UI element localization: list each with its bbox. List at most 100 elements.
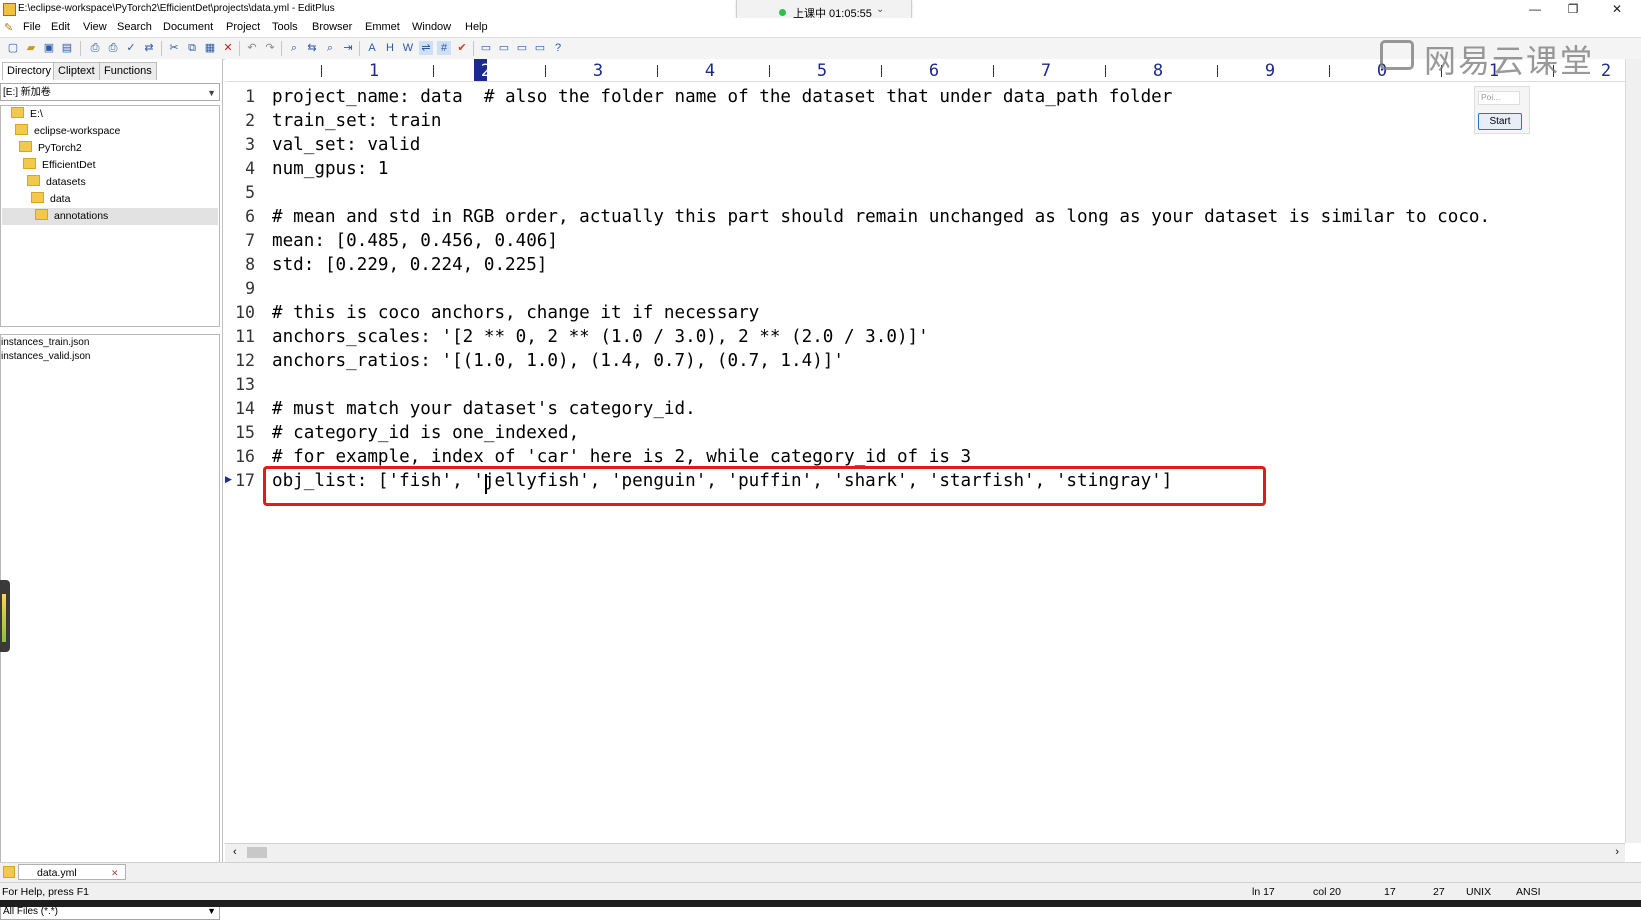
menu-document[interactable]: Document [163,21,213,33]
close-button[interactable]: ✕ [1600,0,1634,18]
window-cascade-icon[interactable]: ▭ [497,41,511,55]
help-icon[interactable]: ? [551,41,565,55]
code-line[interactable]: # for example, index of 'car' here is 2,… [272,447,971,467]
code-line[interactable]: # category_id is one_indexed, [272,423,579,443]
ruler-number: 9 [1264,61,1276,81]
copy-icon[interactable]: ⧉ [185,41,199,55]
tab-directory[interactable]: Directory [2,62,57,80]
file-item[interactable]: instances_valid.json [1,351,91,362]
text-caret [485,474,487,494]
window-tile-icon[interactable]: ▭ [479,41,493,55]
close-tab-icon[interactable]: ✕ [111,865,119,881]
undo-icon[interactable]: ↶ [245,41,259,55]
wordwrap-icon[interactable]: W [401,41,415,55]
ftp-icon[interactable]: ⇄ [142,41,156,55]
scrollbar-thumb[interactable] [247,847,267,858]
code-line[interactable]: mean: [0.485, 0.456, 0.406] [272,231,558,251]
chevron-down-icon[interactable]: ▼ [207,84,216,102]
print-icon[interactable]: ⎙ [106,41,120,55]
start-button[interactable]: Start [1478,113,1522,130]
tree-node[interactable]: PyTorch2 [19,140,82,157]
line-number: 5 [245,183,255,202]
delete-icon[interactable]: ✕ [221,41,235,55]
menu-edit[interactable]: Edit [51,21,70,33]
window-split-icon[interactable]: ▭ [515,41,529,55]
restore-button[interactable]: ❐ [1556,0,1590,18]
menu-tools[interactable]: Tools [272,21,298,33]
paste-icon[interactable]: ▦ [203,41,217,55]
print-preview-icon[interactable]: ⎙ [88,41,102,55]
ruler-number: 2 [1600,61,1612,81]
goto-icon[interactable]: ⇥ [341,41,355,55]
tree-node[interactable]: EfficientDet [23,157,96,174]
toolbar-separator [473,41,474,56]
code-line[interactable]: project_name: data # also the folder nam… [272,87,1172,107]
menu-file[interactable]: File [23,21,41,33]
code-line[interactable]: train_set: train [272,111,441,131]
scroll-right-icon[interactable]: › [1615,846,1619,858]
ruler-number-current: 2 [480,61,492,81]
menu-view[interactable]: View [83,21,107,33]
ruler-toggle-icon[interactable]: ⇌ [419,41,433,55]
code-line[interactable]: anchors_scales: '[2 ** 0, 2 ** (1.0 / 3.… [272,327,929,347]
spellcheck-icon[interactable]: ✓ [124,41,138,55]
menu-help[interactable]: Help [465,21,488,33]
tab-data-yml[interactable]: data.yml ✕ [18,864,126,880]
line-number: 14 [235,399,255,418]
folder-icon [31,192,44,203]
minimize-button[interactable]: — [1518,0,1552,18]
folder-icon [27,175,40,186]
horizontal-scrollbar[interactable]: ‹ › [225,843,1625,862]
drive-select-value: [E:] 新加卷 [3,87,51,98]
replace-icon[interactable]: ⇆ [305,41,319,55]
poi-field[interactable]: Poi... [1478,91,1520,105]
current-line-marker-icon: ▶ [225,474,232,484]
vertical-scrollbar[interactable] [1625,59,1641,843]
menu-emmet[interactable]: Emmet [365,21,400,33]
code-line[interactable]: num_gpus: 1 [272,159,389,179]
drive-select[interactable]: [E:] 新加卷 ▼ [0,83,220,101]
tree-node[interactable]: datasets [27,174,86,191]
code-line[interactable]: # mean and std in RGB order, actually th… [272,207,1490,227]
menu-browser[interactable]: Browser [312,21,352,33]
file-item[interactable]: instances_train.json [1,337,89,348]
chevron-down-icon[interactable]: ⌄ [876,4,884,15]
code-line[interactable]: anchors_ratios: '[(1.0, 1.0), (1.4, 0.7)… [272,351,844,371]
line-number: 6 [245,207,255,226]
tree-node-selected[interactable]: annotations [2,208,218,225]
save-icon[interactable]: ▣ [42,41,56,55]
status-bar: For Help, press F1 ln 17 col 20 17 27 UN… [0,882,1641,901]
tree-node[interactable]: eclipse-workspace [15,123,120,140]
browser-icon[interactable]: ▭ [533,41,547,55]
code-line[interactable]: # this is coco anchors, change it if nec… [272,303,759,323]
code-line[interactable]: # must match your dataset's category_id. [272,399,696,419]
menu-project[interactable]: Project [226,21,260,33]
line-number-toggle-icon[interactable]: # [437,41,451,55]
find-in-files-icon[interactable]: ⌕ [323,41,337,55]
code-line[interactable]: std: [0.229, 0.224, 0.225] [272,255,547,275]
new-file-icon[interactable]: ▢ [6,41,20,55]
directory-panel: Directory Cliptext Functions [E:] 新加卷 ▼ … [0,59,223,920]
cut-icon[interactable]: ✂ [167,41,181,55]
code-line[interactable]: val_set: valid [272,135,420,155]
heading-icon[interactable]: H [383,41,397,55]
line-number: 13 [235,375,255,394]
tree-node[interactable]: E:\ [11,106,43,123]
line-number: 10 [235,303,255,322]
open-folder-icon[interactable]: ▰ [24,41,38,55]
scroll-left-icon[interactable]: ‹ [233,846,237,858]
tab-functions[interactable]: Functions [99,62,157,80]
check-icon[interactable]: ✔ [455,41,469,55]
menu-search[interactable]: Search [117,21,152,33]
window-title: E:\eclipse-workspace\PyTorch2\EfficientD… [18,3,335,14]
ruler-number: 8 [1152,61,1164,81]
tree-node[interactable]: data [31,191,70,208]
code-editor[interactable]: 1 project_name: data # also the folder n… [225,83,1625,843]
font-icon[interactable]: A [365,41,379,55]
tab-cliptext[interactable]: Cliptext [53,62,100,80]
redo-icon[interactable]: ↷ [263,41,277,55]
menu-window[interactable]: Window [412,21,451,33]
status-char-count: 27 [1433,886,1445,898]
save-all-icon[interactable]: ▤ [60,41,74,55]
find-icon[interactable]: ⌕ [287,41,301,55]
